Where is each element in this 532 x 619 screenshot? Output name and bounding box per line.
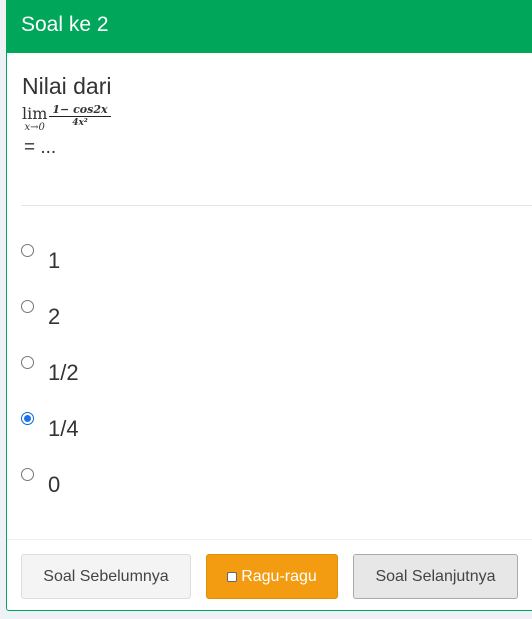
option-label[interactable]: 1/2 [48, 360, 79, 386]
option-4[interactable]: 1/4 [21, 399, 79, 455]
answer-options: 1 2 1/2 1/4 0 [21, 231, 79, 511]
question-header: Soal ke 2 [7, 1, 532, 53]
radio-button[interactable] [21, 299, 34, 313]
limit-subscript: x→0 [24, 122, 45, 133]
radio-button-selected[interactable] [21, 411, 34, 425]
option-label[interactable]: 2 [48, 304, 60, 330]
doubt-button[interactable]: Ragu-ragu [206, 554, 338, 599]
limit-operator: lim x→0 [22, 104, 48, 134]
question-title: Soal ke 2 [21, 13, 109, 36]
doubt-checkbox[interactable] [227, 571, 238, 582]
fraction-numerator: 1− cos2x [49, 103, 111, 117]
option-label[interactable]: 0 [48, 472, 60, 498]
question-body: Nilai dari lim x→0 1− cos2x 4x² = ... [7, 53, 532, 159]
divider [21, 205, 532, 206]
next-question-button[interactable]: Soal Selanjutnya [353, 554, 518, 599]
option-3[interactable]: 1/2 [21, 343, 79, 399]
radio-button[interactable] [21, 243, 34, 257]
limit-word: lim [22, 104, 48, 123]
option-1[interactable]: 1 [21, 231, 79, 287]
option-label[interactable]: 1 [48, 248, 60, 274]
radio-button[interactable] [21, 467, 34, 481]
previous-question-label: Soal Sebelumnya [43, 567, 169, 585]
fraction: 1− cos2x 4x² [49, 103, 111, 129]
next-question-label: Soal Selanjutnya [375, 567, 496, 585]
option-5[interactable]: 0 [21, 455, 79, 511]
footer-divider [7, 539, 532, 540]
limit-formula: lim x→0 1− cos2x 4x² [22, 103, 532, 133]
previous-question-button[interactable]: Soal Sebelumnya [21, 554, 191, 599]
fraction-denominator: 4x² [72, 118, 88, 128]
radio-button[interactable] [21, 355, 34, 369]
question-card: Soal ke 2 Nilai dari lim x→0 1− cos2x 4x… [6, 0, 532, 611]
doubt-label: Ragu-ragu [241, 567, 317, 585]
question-intro: Nilai dari [22, 73, 112, 99]
option-label[interactable]: 1/4 [48, 416, 79, 442]
question-equals: = ... [24, 137, 57, 158]
option-2[interactable]: 2 [21, 287, 79, 343]
